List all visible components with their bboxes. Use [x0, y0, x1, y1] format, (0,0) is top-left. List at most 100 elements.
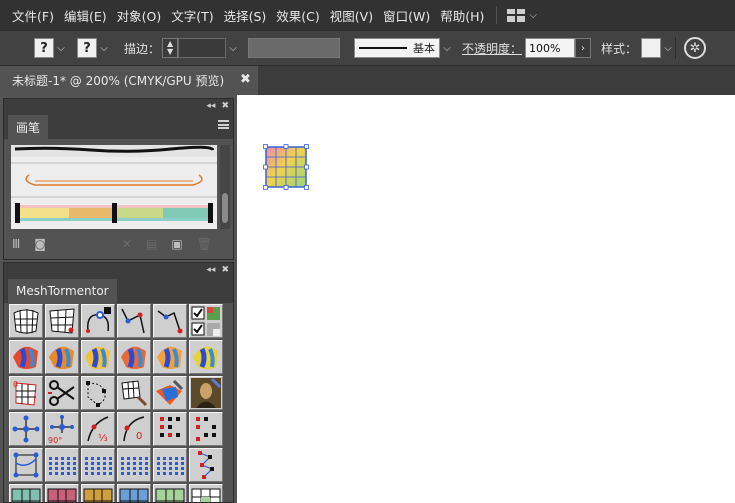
libraries-panel-icon[interactable]: ◙ [34, 237, 46, 251]
meshtormentor-tab-row: MeshTormentor [4, 277, 233, 303]
stroke-weight-dropdown-chevron-icon[interactable]: ⌵ [226, 43, 240, 54]
paint-mesh-tool-icon[interactable] [153, 376, 187, 410]
menu-item-2[interactable]: 对象(O) [117, 6, 162, 25]
brush-list-scrollbar[interactable] [220, 145, 230, 229]
stroke-swatch[interactable]: ? [77, 38, 97, 58]
knife-path-tool-icon[interactable] [81, 376, 115, 410]
stroke-weight-input[interactable] [178, 38, 227, 58]
menu-item-3[interactable]: 文字(T) [171, 6, 213, 25]
curve-zero-tool-icon[interactable]: 0 [117, 412, 151, 446]
distort-mesh-tool-icon[interactable] [45, 304, 79, 338]
warp-mesh-tool-icon[interactable] [9, 304, 43, 338]
node-path-tool-2-icon[interactable] [153, 304, 187, 338]
scrollbar-thumb[interactable] [222, 193, 228, 223]
brush-options-icon[interactable]: ▤ [146, 237, 157, 251]
document-tab[interactable]: 未标题-1* @ 200% (CMYK/GPU 预览) [0, 66, 258, 95]
gradient-mesh-6-icon[interactable] [189, 340, 223, 374]
brushes-tab-row: 画笔 [4, 113, 233, 139]
brush-definition-select[interactable]: 基本 [354, 38, 441, 58]
dot-grid-tool-icon[interactable] [45, 448, 79, 482]
menu-item-8[interactable]: 帮助(H) [440, 6, 484, 25]
gradient-mesh-4-icon[interactable] [117, 340, 151, 374]
tab-meshtormentor[interactable]: MeshTormentor [8, 279, 117, 303]
tab-brushes[interactable]: 画笔 [8, 115, 49, 139]
stroke-dropdown-chevron-icon[interactable]: ⌵ [97, 43, 111, 54]
brush-definition-chevron-icon[interactable]: ⌵ [440, 43, 454, 54]
opacity-slider-arrow-icon[interactable]: › [575, 38, 592, 58]
gradient-mesh-5-icon[interactable] [153, 340, 187, 374]
color-mesh-tool-4-icon[interactable] [117, 484, 151, 502]
workspace-switcher-icon[interactable]: ⌵ [507, 8, 537, 22]
graphic-style-chevron-icon[interactable]: ⌵ [661, 43, 675, 54]
artboard-canvas[interactable] [237, 95, 735, 503]
menu-item-4[interactable]: 选择(S) [224, 6, 267, 25]
fill-swatch[interactable]: ? [34, 38, 54, 58]
close-panel-icon[interactable]: ✖ [221, 265, 229, 275]
stroke-weight-spinner[interactable]: ▲ ▼ [162, 38, 179, 58]
control-bar: ? ⌵ ? ⌵ 描边： ▲ ▼ ⌵ 基本 ⌵ 不透明度： 100% › 样式： ⌵… [0, 30, 735, 66]
checkbox-options-icon[interactable] [189, 304, 223, 338]
color-mesh-tool-glyph [11, 488, 41, 502]
divide-one-third-tool-icon[interactable]: ⅓ [81, 412, 115, 446]
gradient-mesh-6-glyph [193, 346, 218, 369]
gradient-mesh-3-icon[interactable] [81, 340, 115, 374]
opacity-input[interactable]: 100% [525, 38, 576, 58]
menu-item-1[interactable]: 编辑(E) [64, 6, 107, 25]
panel-menu-icon[interactable] [218, 120, 229, 129]
gradient-mesh-1-icon[interactable] [9, 340, 43, 374]
menu-item-7[interactable]: 窗口(W) [383, 6, 430, 25]
dot-grid-tool-2-icon[interactable] [81, 448, 115, 482]
paint-mesh-tool-glyph [156, 379, 184, 405]
recolor-artwork-icon[interactable]: ✲ [684, 37, 707, 59]
mona-lisa-image-tool-glyph [191, 377, 222, 408]
collapse-panel-icon[interactable]: ◂◂ [206, 265, 215, 275]
points-pattern-tool-icon[interactable] [153, 412, 187, 446]
variable-width-profile-select[interactable] [248, 38, 341, 58]
menu-item-6[interactable]: 视图(V) [330, 6, 373, 25]
brush-library-menu-icon[interactable]: Ⅲ [12, 237, 20, 251]
gradient-mesh-3-glyph [85, 346, 110, 369]
gradient-mesh-2-icon[interactable] [45, 340, 79, 374]
collapse-panel-icon[interactable]: ◂◂ [206, 101, 215, 111]
points-pattern-tool-2-icon[interactable] [189, 412, 223, 446]
rotate-mesh-tool-icon[interactable]: 0 [9, 376, 43, 410]
select-path-tool-icon[interactable] [9, 448, 43, 482]
rotate-points-90-tool-icon[interactable]: 90° [45, 412, 79, 446]
graphic-style-swatch[interactable] [641, 38, 662, 58]
scissors-tool-icon[interactable] [45, 376, 79, 410]
opacity-label[interactable]: 不透明度： [462, 40, 522, 57]
spin-down-icon[interactable]: ▼ [167, 48, 173, 56]
brush-definition-value: 基本 [413, 42, 436, 55]
mona-lisa-image-tool-icon[interactable] [189, 376, 223, 410]
new-brush-icon[interactable]: ▣ [171, 237, 182, 251]
close-panel-icon[interactable]: ✖ [221, 101, 229, 111]
node-path-tool-icon[interactable] [117, 304, 151, 338]
spread-points-tool-icon[interactable] [9, 412, 43, 446]
dot-grid-tool-4-icon[interactable] [153, 448, 187, 482]
color-mesh-tool-3-icon[interactable] [81, 484, 115, 502]
gradient-mesh-5-glyph [157, 346, 182, 369]
color-mesh-tool-5-icon[interactable] [153, 484, 187, 502]
close-document-icon[interactable]: ✖ [240, 72, 251, 87]
gradient-mesh-2-glyph [49, 346, 74, 369]
menu-item-0[interactable]: 文件(F) [12, 6, 54, 25]
brushes-panel-titlebar[interactable]: ◂◂ ✖ [4, 99, 233, 113]
dot-grid-tool-3-icon[interactable] [117, 448, 151, 482]
fill-dropdown-chevron-icon[interactable]: ⌵ [54, 43, 68, 54]
selected-mesh-object[interactable] [263, 144, 309, 190]
grid-table-tool-icon[interactable] [189, 484, 223, 502]
color-mesh-tool-icon[interactable] [9, 484, 43, 502]
meshtormentor-titlebar[interactable]: ◂◂ ✖ [4, 263, 233, 277]
gradient-mesh-1-glyph [13, 346, 38, 369]
menu-item-5[interactable]: 效果(C) [276, 6, 319, 25]
brush-library-list[interactable] [11, 145, 217, 229]
dot-path-tool-icon[interactable] [189, 448, 223, 482]
delete-brush-icon[interactable]: 🗑 [197, 237, 212, 251]
color-mesh-tool-2-icon[interactable] [45, 484, 79, 502]
meshtormentor-tab-label: MeshTormentor [16, 284, 109, 298]
dot-grid-tool-2-glyph [85, 457, 112, 475]
brush-mesh-tool-icon[interactable] [117, 376, 151, 410]
rotate-mesh-tool-glyph: 0 [13, 380, 37, 406]
remove-brush-stroke-icon[interactable]: ✕ [122, 237, 132, 251]
add-point-tool-icon[interactable] [81, 304, 115, 338]
